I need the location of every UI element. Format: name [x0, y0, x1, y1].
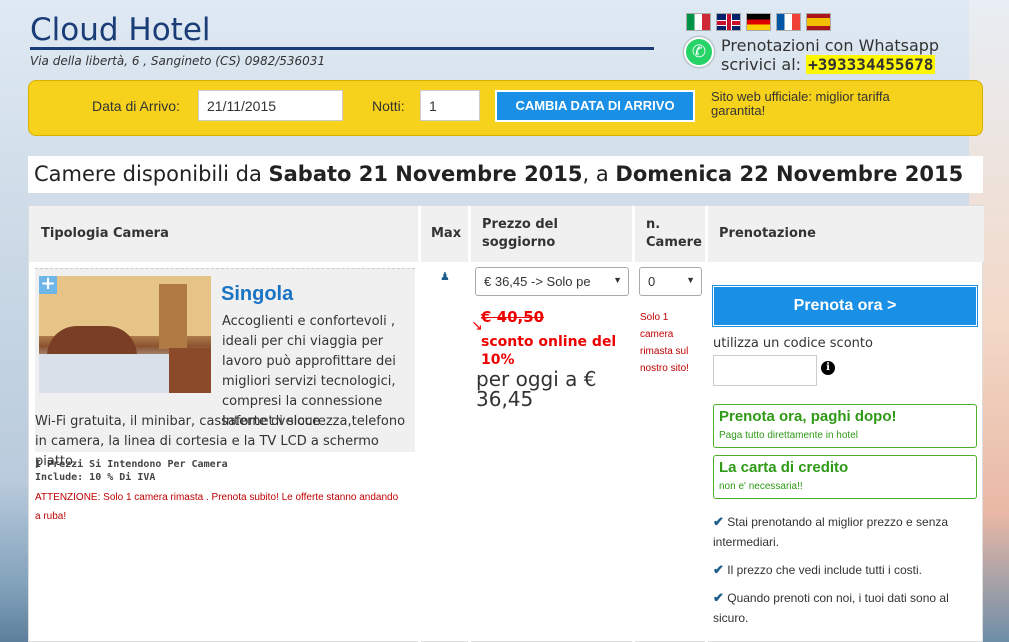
availability-prefix: Camere disponibili da: [34, 162, 269, 186]
hotel-title[interactable]: Cloud Hotel: [30, 12, 211, 48]
rooms-select-value: 0: [648, 274, 656, 289]
nights-input[interactable]: 1: [420, 90, 480, 121]
whatsapp-info: Prenotazioni con Whatsapp scrivici al: +…: [721, 36, 939, 74]
pay-later-box: Prenota ora, paghi dopo! Paga tutto dire…: [713, 404, 977, 448]
info-icon[interactable]: i: [821, 361, 835, 375]
column-divider: [468, 206, 471, 642]
price-select-value: € 36,45 -> Solo pe: [484, 274, 591, 289]
book-now-button[interactable]: Prenota ora >: [713, 286, 977, 326]
header-room-type: Tipologia Camera: [41, 226, 169, 241]
column-divider: [418, 206, 421, 642]
whatsapp-line2: scrivici al: +393334455678: [721, 55, 939, 74]
old-price: € 40,50: [481, 308, 545, 326]
discount-code-label: utilizza un codice sconto: [713, 336, 873, 351]
whatsapp-icon[interactable]: ✆: [684, 37, 714, 67]
hotel-address: Via della libertà, 6 , Sangineto (CS) 09…: [30, 54, 326, 68]
spanish-flag-icon[interactable]: [806, 13, 831, 31]
availability-middle: , a: [582, 162, 616, 186]
rooms-left-text: Solo 1 camera rimasta sul nostro sito!: [640, 312, 689, 374]
availability-from: Sabato 21 Novembre 2015: [268, 162, 583, 186]
benefit-text: Il prezzo che vedi include tutti i costi…: [727, 563, 923, 577]
header-n-rooms: n. Camere: [646, 217, 702, 250]
header-booking: Prenotazione: [719, 226, 816, 241]
price-note: I Prezzi Si Intendono Per Camera Include…: [35, 458, 228, 484]
title-divider: [30, 47, 654, 50]
column-divider: [705, 206, 708, 642]
checkmark-icon: ✔: [713, 514, 724, 529]
official-site-text: Sito web ufficiale: miglior tariffa gara…: [711, 89, 890, 118]
price-select[interactable]: € 36,45 -> Solo pe ▼: [475, 267, 629, 296]
room-photo[interactable]: [39, 276, 211, 393]
arrival-label: Data di Arrivo:: [92, 98, 180, 114]
price-note-line2: Include: 10 % Di IVA: [35, 472, 156, 483]
header-max: Max: [431, 226, 462, 241]
header-price: Prezzo del soggiorno: [482, 217, 558, 250]
benefit-text: Quando prenoti con noi, i tuoi dati sono…: [713, 591, 949, 625]
french-flag-icon[interactable]: [776, 13, 801, 31]
column-divider: [632, 206, 635, 642]
rooms-select[interactable]: 0 ▼: [639, 267, 702, 296]
benefit-text: Stai prenotando al miglior prezzo e senz…: [713, 515, 949, 549]
room-name[interactable]: Singola: [221, 283, 293, 306]
italian-flag-icon[interactable]: [686, 13, 711, 31]
arrival-date-input[interactable]: 21/11/2015: [198, 90, 343, 121]
pay-later-subtitle: Paga tutto direttamente in hotel: [719, 430, 858, 441]
whatsapp-label: scrivici al:: [721, 55, 802, 74]
credit-card-box: La carta di credito non e' necessaria!!: [713, 455, 977, 499]
german-flag-icon[interactable]: [746, 13, 771, 31]
credit-card-title: La carta di credito: [719, 459, 849, 476]
today-price: per oggi a € 36,45: [476, 367, 597, 411]
whatsapp-line1: Prenotazioni con Whatsapp: [721, 36, 940, 55]
discount-code-input[interactable]: [713, 355, 817, 386]
price-note-line1: I Prezzi Si Intendono Per Camera: [35, 459, 228, 470]
discount-text: sconto online del 10%: [481, 334, 617, 368]
benefit-item: ✔ Stai prenotando al miglior prezzo e se…: [713, 512, 973, 552]
rooms-table: Tipologia Camera Max Prezzo del soggiorn…: [28, 205, 984, 642]
benefit-item: ✔ Il prezzo che vedi include tutti i cos…: [713, 560, 973, 580]
availability-to: Domenica 22 Novembre 2015: [615, 162, 964, 186]
uk-flag-icon[interactable]: [716, 13, 741, 31]
date-bar: Data di Arrivo: 21/11/2015 Notti: 1 CAMB…: [28, 80, 983, 136]
chevron-down-icon: ▼: [686, 275, 695, 285]
availability-heading: Camere disponibili da Sabato 21 Novembre…: [28, 156, 983, 193]
chevron-down-icon: ▼: [613, 275, 622, 285]
checkmark-icon: ✔: [713, 590, 724, 605]
language-flags: [686, 13, 831, 31]
person-icon: ♟: [440, 270, 450, 283]
whatsapp-phone[interactable]: +393334455678: [806, 55, 936, 74]
change-date-button[interactable]: CAMBIA DATA DI ARRIVO: [495, 90, 695, 122]
expand-plus-icon[interactable]: +: [39, 275, 57, 294]
benefit-item: ✔ Quando prenoti con noi, i tuoi dati so…: [713, 588, 973, 628]
curved-arrow-icon: ↘: [471, 318, 483, 334]
credit-card-subtitle: non e' necessaria!!: [719, 481, 803, 492]
availability-warning: ATTENZIONE: Solo 1 camera rimasta . Pren…: [35, 492, 399, 522]
checkmark-icon: ✔: [713, 562, 724, 577]
nights-label: Notti:: [372, 98, 405, 114]
pay-later-title: Prenota ora, paghi dopo!: [719, 408, 897, 425]
